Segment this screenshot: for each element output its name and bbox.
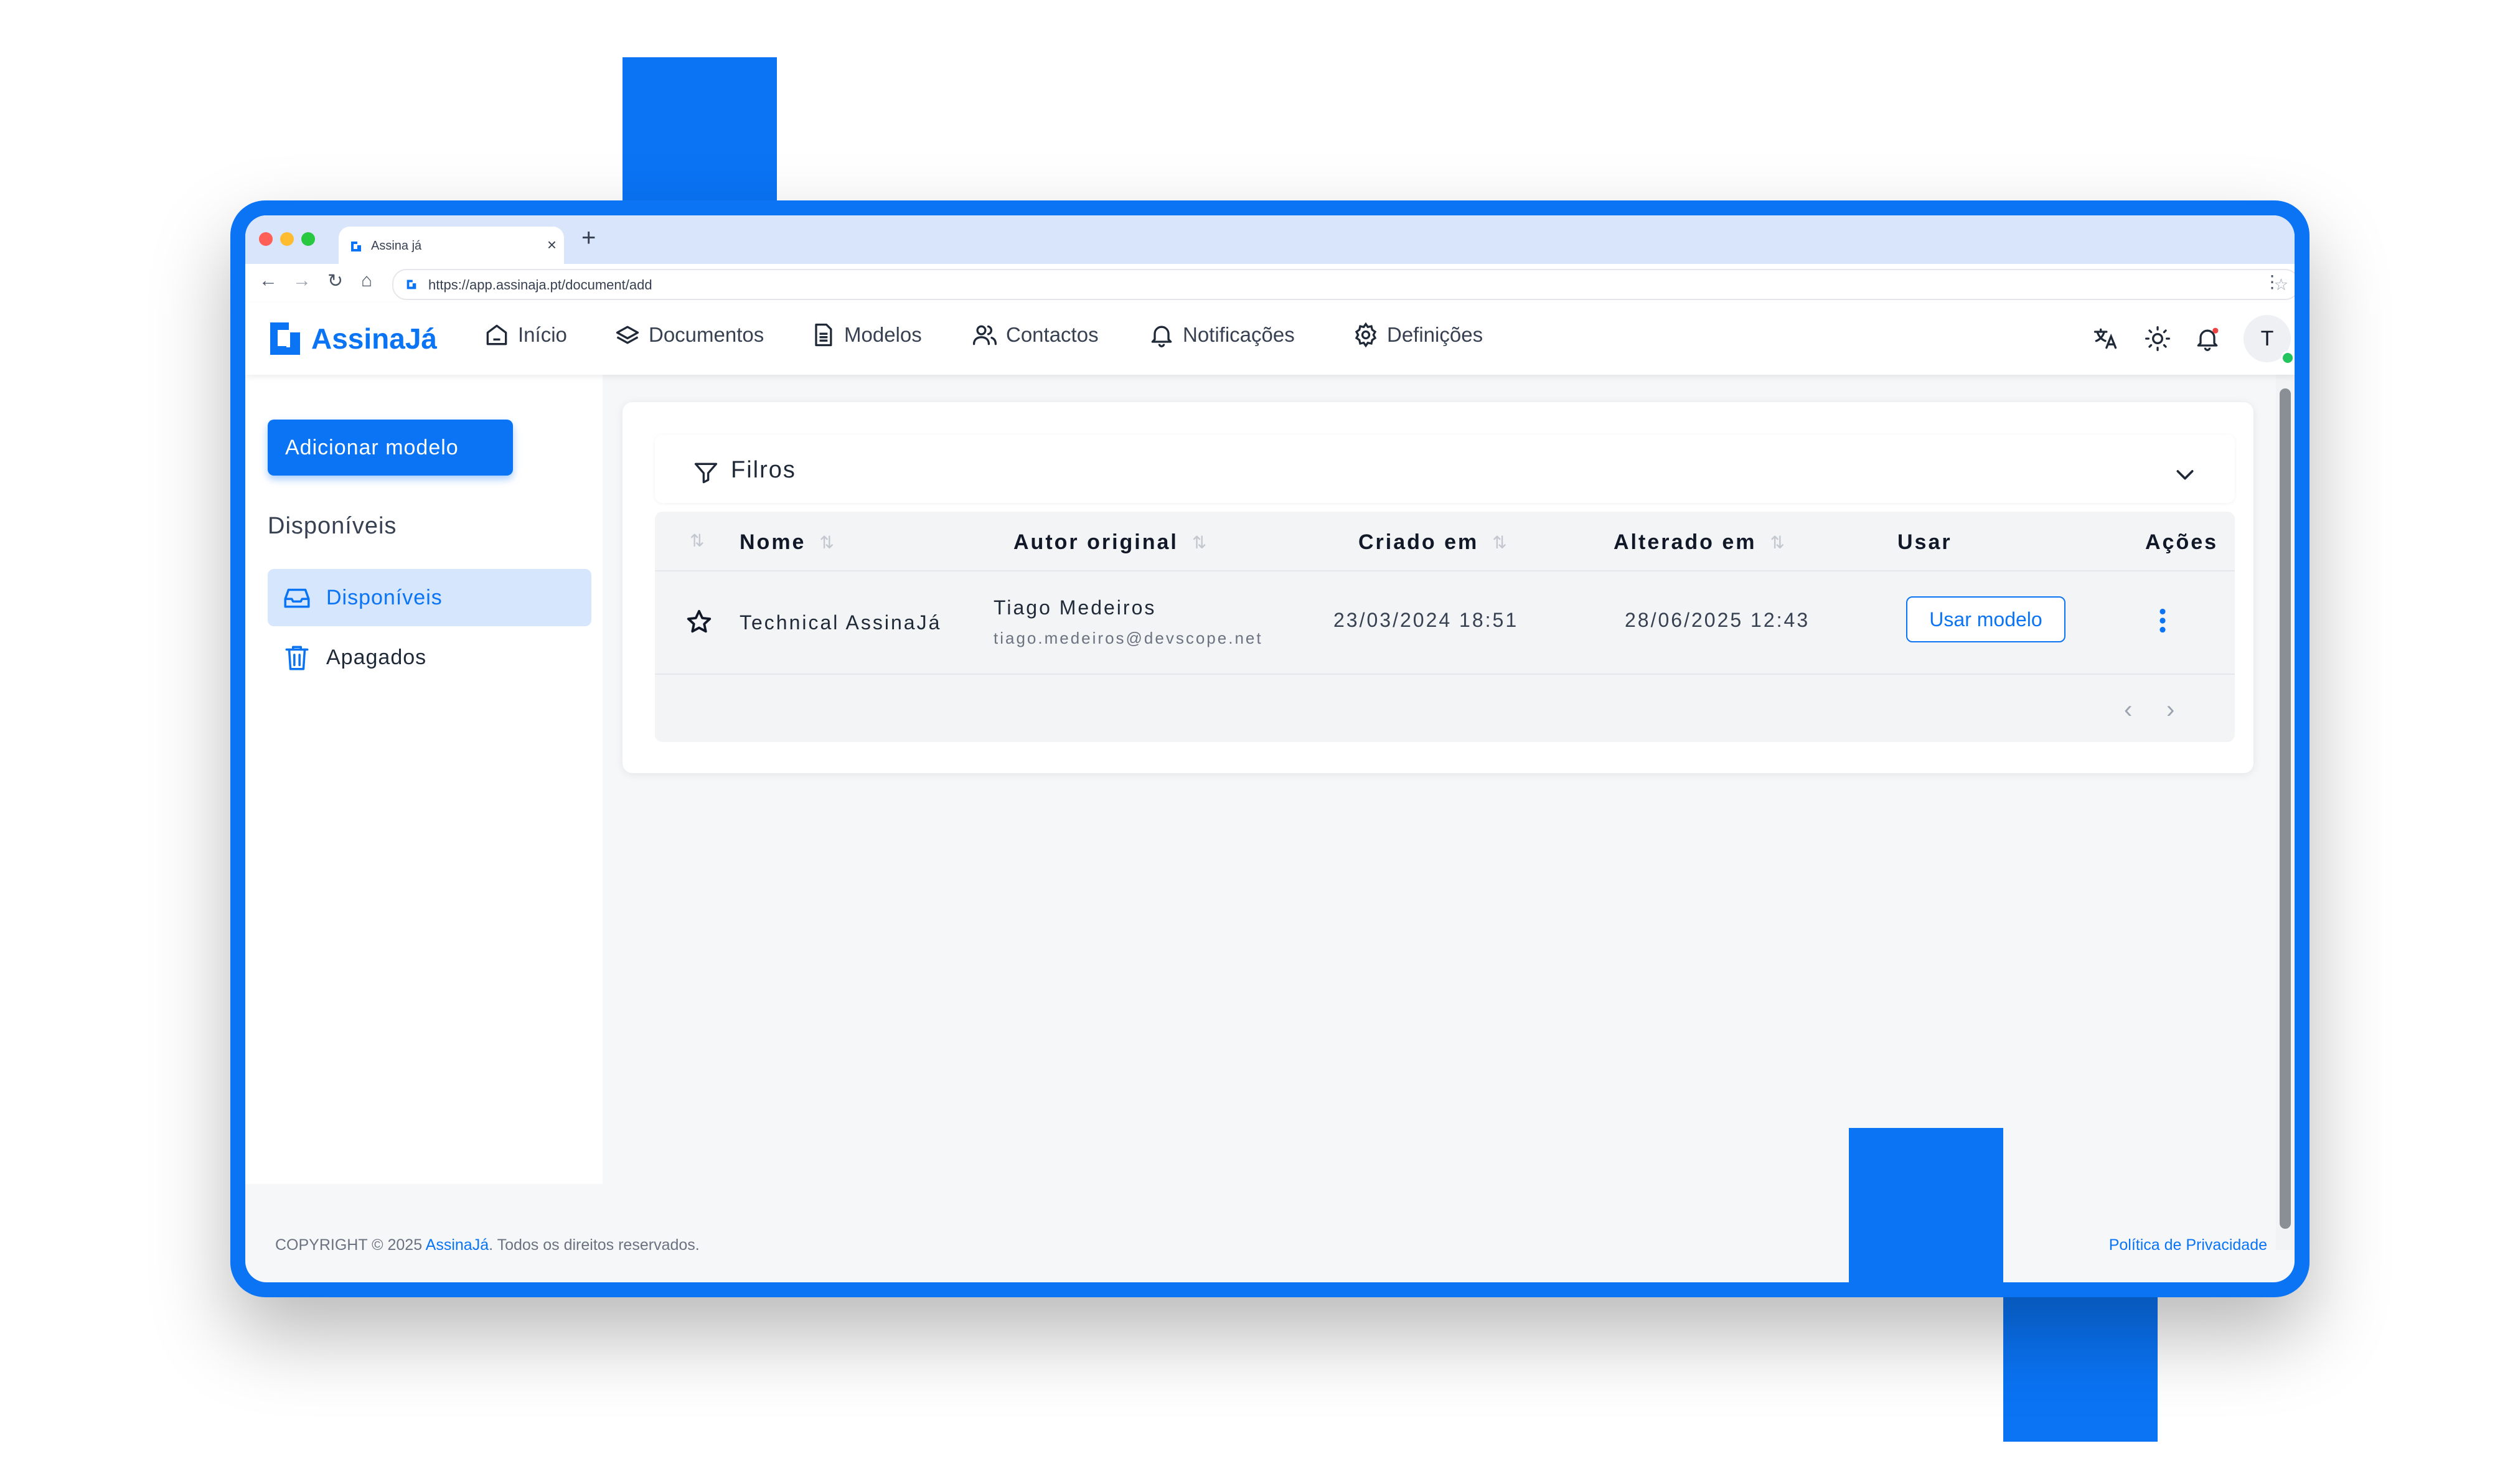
sort-icon: ⇅ — [1492, 533, 1507, 552]
browser-window: Assina já × + ← → ↻ ⌂ https://app.assina… — [245, 215, 2295, 1282]
brand-name: AssinaJá — [311, 322, 438, 355]
nav-definicoes-label: Definições — [1387, 323, 1483, 346]
gear-icon — [1352, 321, 1379, 349]
sidebar-heading: Disponíveis — [268, 513, 397, 539]
avatar-initial: T — [2260, 326, 2274, 350]
close-window-dot[interactable] — [259, 232, 273, 246]
template-name: Technical AssinaJá — [740, 611, 942, 634]
browser-tab[interactable]: Assina já × — [339, 227, 564, 265]
table-row: Technical AssinaJá Tiago Medeiros tiago.… — [655, 571, 2235, 675]
column-header-acoes: Ações — [2145, 530, 2219, 554]
new-tab-button[interactable]: + — [581, 224, 596, 252]
nav-contactos-label: Contactos — [1006, 323, 1099, 346]
forward-arrow-icon[interactable]: → — [293, 270, 311, 291]
url-input[interactable]: https://app.assinaja.pt/document/add ☆ — [392, 269, 2295, 300]
filters-panel[interactable]: Filros — [655, 434, 2235, 503]
nav-definicoes[interactable]: Definições — [1352, 321, 1483, 349]
nav-inicio[interactable]: Início — [483, 321, 567, 349]
users-icon — [971, 321, 999, 349]
nav-modelos[interactable]: Modelos — [809, 321, 922, 349]
inbox-icon — [281, 582, 312, 613]
home-page-icon[interactable]: ⌂ — [361, 270, 372, 291]
sort-icon: ⇅ — [1191, 533, 1207, 552]
templates-table: ⇅ Nome ⇅ Autor original ⇅ Criado em ⇅ Alter… — [655, 512, 2235, 742]
reload-icon[interactable]: ↻ — [327, 270, 343, 292]
sort-icon: ⇅ — [819, 533, 834, 552]
created-date: 23/03/2024 18:51 — [1333, 609, 1519, 631]
nav-notificacoes[interactable]: Notificações — [1148, 321, 1295, 349]
scrollbar-thumb[interactable] — [2280, 388, 2291, 1229]
page-scrollbar[interactable] — [2276, 375, 2295, 1250]
nav-contactos[interactable]: Contactos — [971, 321, 1099, 349]
online-status-dot — [2281, 351, 2295, 365]
copyright-brand-link[interactable]: AssinaJá — [426, 1236, 489, 1254]
decorative-square-bottom-right — [2003, 1286, 2158, 1442]
table-header: ⇅ Nome ⇅ Autor original ⇅ Criado em ⇅ Alter… — [655, 512, 2235, 571]
sidebar-item-disponiveis[interactable]: Disponíveis — [268, 569, 591, 626]
sidebar-item-label: Disponíveis — [326, 585, 443, 609]
column-header-autor[interactable]: Autor original ⇅ — [1013, 530, 1206, 555]
favorite-sort-icon[interactable]: ⇅ — [690, 530, 704, 551]
column-header-alterado[interactable]: Alterado em ⇅ — [1614, 530, 1785, 555]
author-email: tiago.medeiros@devscope.net — [994, 629, 1263, 647]
browser-menu-icon[interactable]: ⋮ — [2263, 271, 2281, 292]
filter-icon — [692, 459, 720, 487]
nav-notificacoes-label: Notificações — [1183, 323, 1295, 346]
author-name: Tiago Medeiros — [994, 596, 1157, 619]
templates-card: Filros ⇅ Nome ⇅ Autor original ⇅ Criado em… — [623, 402, 2253, 773]
sidebar-item-apagados[interactable]: Apagados — [268, 629, 591, 686]
previous-page-icon[interactable]: ‹ — [2124, 696, 2132, 724]
bell-icon — [1148, 321, 1175, 349]
translate-icon[interactable] — [2092, 325, 2119, 352]
privacy-policy-link[interactable]: Política de Privacidade — [2109, 1236, 2267, 1254]
notification-bell-icon[interactable] — [2194, 325, 2221, 352]
sidebar-item-label: Apagados — [326, 645, 427, 669]
add-template-button[interactable]: Adicionar modelo — [268, 420, 513, 476]
column-header-usar: Usar — [1897, 530, 1952, 554]
next-page-icon[interactable]: › — [2166, 696, 2174, 724]
sun-icon[interactable] — [2144, 325, 2171, 352]
copyright-text: COPYRIGHT © 2025 AssinaJá. Todos os dire… — [275, 1236, 700, 1254]
trash-icon — [281, 642, 312, 673]
nav-modelos-label: Modelos — [844, 323, 922, 346]
document-icon — [809, 321, 837, 349]
sidebar: Adicionar modelo Disponíveis Disponíveis… — [245, 375, 603, 1184]
minimize-window-dot[interactable] — [280, 232, 294, 246]
sort-icon: ⇅ — [1770, 533, 1785, 552]
layers-icon — [614, 321, 641, 349]
site-favicon-icon — [405, 278, 418, 291]
use-template-button[interactable]: Usar modelo — [1906, 596, 2065, 642]
chevron-down-icon[interactable] — [2173, 462, 2197, 487]
modified-date: 28/06/2025 12:43 — [1625, 609, 1810, 631]
browser-tab-title: Assina já — [371, 239, 422, 253]
decorative-square-overlay — [1849, 1128, 2003, 1296]
close-tab-icon[interactable]: × — [547, 235, 557, 255]
filters-label: Filros — [731, 457, 796, 483]
nav-documentos[interactable]: Documentos — [614, 321, 764, 349]
browser-address-bar: ← → ↻ ⌂ https://app.assinaja.pt/document… — [245, 264, 2295, 304]
brand-logo[interactable]: AssinaJá — [268, 320, 437, 357]
star-icon[interactable] — [685, 608, 713, 636]
app-header: AssinaJá Início Documentos Modelos Conta… — [245, 303, 2295, 375]
nav-inicio-label: Início — [518, 323, 567, 346]
nav-documentos-label: Documentos — [649, 323, 764, 346]
url-text: https://app.assinaja.pt/document/add — [428, 277, 652, 293]
home-icon — [483, 321, 510, 349]
column-header-criado[interactable]: Criado em ⇅ — [1358, 530, 1507, 555]
browser-tab-bar: Assina já × + — [245, 215, 2295, 265]
favicon-icon — [349, 239, 364, 254]
back-arrow-icon[interactable]: ← — [259, 270, 278, 291]
column-header-nome[interactable]: Nome ⇅ — [740, 530, 834, 555]
decorative-square-top — [623, 57, 777, 213]
more-actions-icon[interactable] — [2155, 605, 2170, 636]
assinaja-logo-icon — [270, 322, 300, 355]
maximize-window-dot[interactable] — [301, 232, 315, 246]
